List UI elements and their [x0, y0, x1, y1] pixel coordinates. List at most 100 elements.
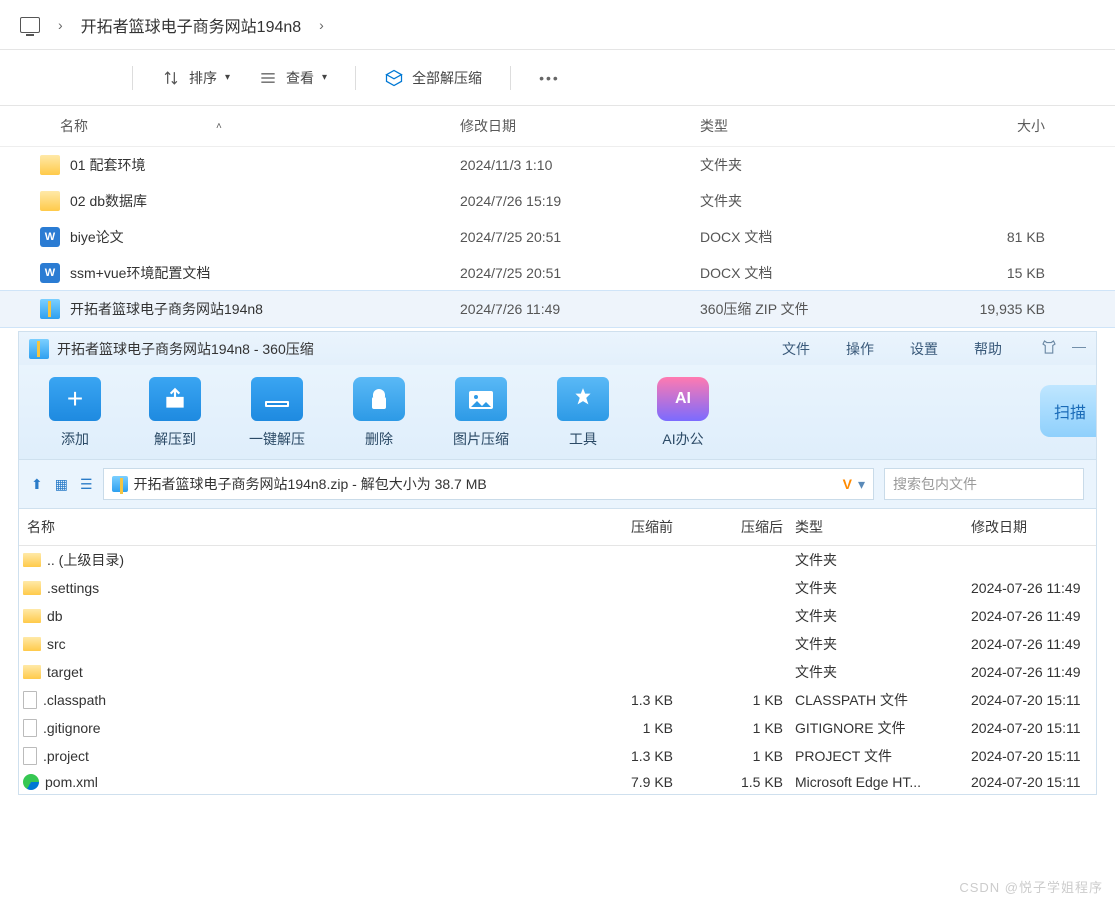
explorer-column-header[interactable]: 名称 ˄ 修改日期 类型 大小	[0, 106, 1115, 147]
table-row[interactable]: 开拓者篮球电子商务网站194n8 2024/7/26 11:49 360压缩 Z…	[0, 291, 1115, 327]
list-item[interactable]: .. (上级目录) 文件夹	[19, 546, 1096, 574]
up-icon[interactable]: ⬆	[31, 476, 43, 493]
file-date: 2024-07-20 15:11	[963, 720, 1092, 736]
docx-icon: W	[40, 227, 60, 247]
extract-all-button[interactable]: 全部解压缩	[384, 68, 482, 88]
table-row[interactable]: 01 配套环境 2024/11/3 1:10 文件夹	[0, 147, 1115, 183]
image-compress-button[interactable]: 图片压缩	[453, 377, 509, 449]
explorer-file-list: 01 配套环境 2024/11/3 1:10 文件夹 02 db数据库 2024…	[0, 147, 1115, 327]
acol-date[interactable]: 修改日期	[963, 517, 1092, 537]
archive-column-header[interactable]: 名称 压缩前 压缩后 类型 修改日期	[19, 509, 1096, 546]
col-type-label[interactable]: 类型	[700, 116, 910, 136]
file-type: 360压缩 ZIP 文件	[700, 299, 910, 319]
file-type: DOCX 文档	[700, 263, 910, 283]
list-item[interactable]: .classpath 1.3 KB 1 KB CLASSPATH 文件 2024…	[19, 686, 1096, 714]
list-item[interactable]: src 文件夹 2024-07-26 11:49	[19, 630, 1096, 658]
menu-file[interactable]: 文件	[782, 339, 810, 359]
file-name: 02 db数据库	[70, 191, 147, 211]
file-name: 开拓者篮球电子商务网站194n8	[70, 299, 263, 319]
scan-tab[interactable]: 扫描	[1040, 385, 1096, 437]
sort-button[interactable]: 排序▾	[161, 68, 230, 88]
size-before: 1.3 KB	[563, 692, 673, 708]
col-date-label[interactable]: 修改日期	[460, 116, 700, 136]
table-row[interactable]: Wssm+vue环境配置文档 2024/7/25 20:51 DOCX 文档 1…	[0, 255, 1115, 291]
chevron-right-icon[interactable]: ›	[319, 17, 324, 33]
file-date: 2024/7/25 20:51	[460, 265, 700, 281]
list-view-icon[interactable]: ☰	[80, 476, 93, 493]
list-item[interactable]: .project 1.3 KB 1 KB PROJECT 文件 2024-07-…	[19, 742, 1096, 770]
extract-to-button[interactable]: 解压到	[149, 377, 201, 449]
folder-icon	[23, 609, 41, 623]
file-date: 2024/7/26 15:19	[460, 193, 700, 209]
file-name: db	[47, 608, 63, 624]
file-icon	[23, 747, 37, 765]
menu-settings[interactable]: 设置	[910, 339, 938, 359]
table-row[interactable]: Wbiye论文 2024/7/25 20:51 DOCX 文档 81 KB	[0, 219, 1115, 255]
file-date: 2024-07-20 15:11	[963, 748, 1092, 764]
acol-type[interactable]: 类型	[783, 517, 963, 537]
file-name: src	[47, 636, 66, 652]
breadcrumb-folder[interactable]: 开拓者篮球电子商务网站194n8	[81, 13, 302, 37]
list-item[interactable]: db 文件夹 2024-07-26 11:49	[19, 602, 1096, 630]
size-after: 1 KB	[673, 692, 783, 708]
monitor-icon[interactable]	[20, 17, 40, 33]
minimize-icon[interactable]: —	[1072, 338, 1086, 359]
delete-button[interactable]: 删除	[353, 377, 405, 449]
archive-pathbar: ⬆ ▦ ☰ 开拓者篮球电子商务网站194n8.zip - 解包大小为 38.7 …	[19, 459, 1096, 509]
ai-office-button[interactable]: AIAI办公	[657, 377, 709, 449]
dropdown-icon[interactable]: ▾	[858, 476, 865, 493]
file-type: 文件夹	[783, 550, 963, 570]
size-after: 1 KB	[673, 748, 783, 764]
menu-operate[interactable]: 操作	[846, 339, 874, 359]
file-name: ssm+vue环境配置文档	[70, 263, 210, 283]
file-icon	[23, 719, 37, 737]
grid-view-icon[interactable]: ▦	[55, 476, 68, 493]
archive-menu: 文件 操作 设置 帮助	[782, 339, 1002, 359]
file-date: 2024-07-20 15:11	[963, 774, 1092, 790]
list-item[interactable]: pom.xml 7.9 KB 1.5 KB Microsoft Edge HT.…	[19, 770, 1096, 794]
sort-asc-icon: ˄	[216, 121, 222, 132]
file-date: 2024/11/3 1:10	[460, 157, 700, 173]
col-size-label[interactable]: 大小	[910, 116, 1095, 136]
table-row[interactable]: 02 db数据库 2024/7/26 15:19 文件夹	[0, 183, 1115, 219]
archive-file-list: .. (上级目录) 文件夹 .settings 文件夹 2024-07-26 1…	[19, 546, 1096, 794]
add-button[interactable]: +添加	[49, 377, 101, 449]
file-date: 2024-07-26 11:49	[963, 608, 1092, 624]
archive-path-input[interactable]: 开拓者篮球电子商务网站194n8.zip - 解包大小为 38.7 MB V ▾	[103, 468, 874, 500]
skin-icon[interactable]	[1040, 338, 1058, 359]
file-type: PROJECT 文件	[783, 746, 963, 766]
list-item[interactable]: target 文件夹 2024-07-26 11:49	[19, 658, 1096, 686]
chevron-right-icon[interactable]: ›	[58, 17, 63, 33]
file-date: 2024-07-26 11:49	[963, 580, 1092, 596]
file-type: 文件夹	[783, 662, 963, 682]
file-size: 19,935 KB	[910, 301, 1095, 317]
tools-button[interactable]: 工具	[557, 377, 609, 449]
file-type: 文件夹	[783, 606, 963, 626]
zip-icon	[29, 339, 49, 359]
menu-help[interactable]: 帮助	[974, 339, 1002, 359]
separator	[510, 66, 511, 90]
file-type: 文件夹	[783, 634, 963, 654]
acol-after[interactable]: 压缩后	[673, 517, 783, 537]
file-name: pom.xml	[45, 774, 98, 790]
view-button[interactable]: 查看▾	[258, 68, 327, 88]
col-name-label[interactable]: 名称	[60, 116, 88, 136]
folder-icon	[23, 637, 41, 651]
breadcrumb-bar: › 开拓者篮球电子商务网站194n8 ›	[0, 0, 1115, 50]
list-item[interactable]: .settings 文件夹 2024-07-26 11:49	[19, 574, 1096, 602]
zip-icon	[40, 299, 60, 319]
acol-before[interactable]: 压缩前	[563, 517, 673, 537]
file-date: 2024-07-26 11:49	[963, 636, 1092, 652]
archive-path-text: 开拓者篮球电子商务网站194n8.zip - 解包大小为 38.7 MB	[134, 474, 487, 494]
file-name: .settings	[47, 580, 99, 596]
acol-name[interactable]: 名称	[23, 517, 563, 537]
more-icon[interactable]: •••	[539, 70, 560, 86]
archive-window: 开拓者篮球电子商务网站194n8 - 360压缩 文件 操作 设置 帮助 — +…	[18, 331, 1097, 795]
onekey-extract-button[interactable]: 一键解压	[249, 377, 305, 449]
file-type: 文件夹	[700, 191, 910, 211]
list-item[interactable]: .gitignore 1 KB 1 KB GITIGNORE 文件 2024-0…	[19, 714, 1096, 742]
archive-search-input[interactable]: 搜索包内文件	[884, 468, 1084, 500]
watermark: CSDN @悦子学姐程序	[959, 877, 1103, 896]
folder-icon	[40, 191, 60, 211]
archive-titlebar[interactable]: 开拓者篮球电子商务网站194n8 - 360压缩 文件 操作 设置 帮助 —	[19, 332, 1096, 365]
